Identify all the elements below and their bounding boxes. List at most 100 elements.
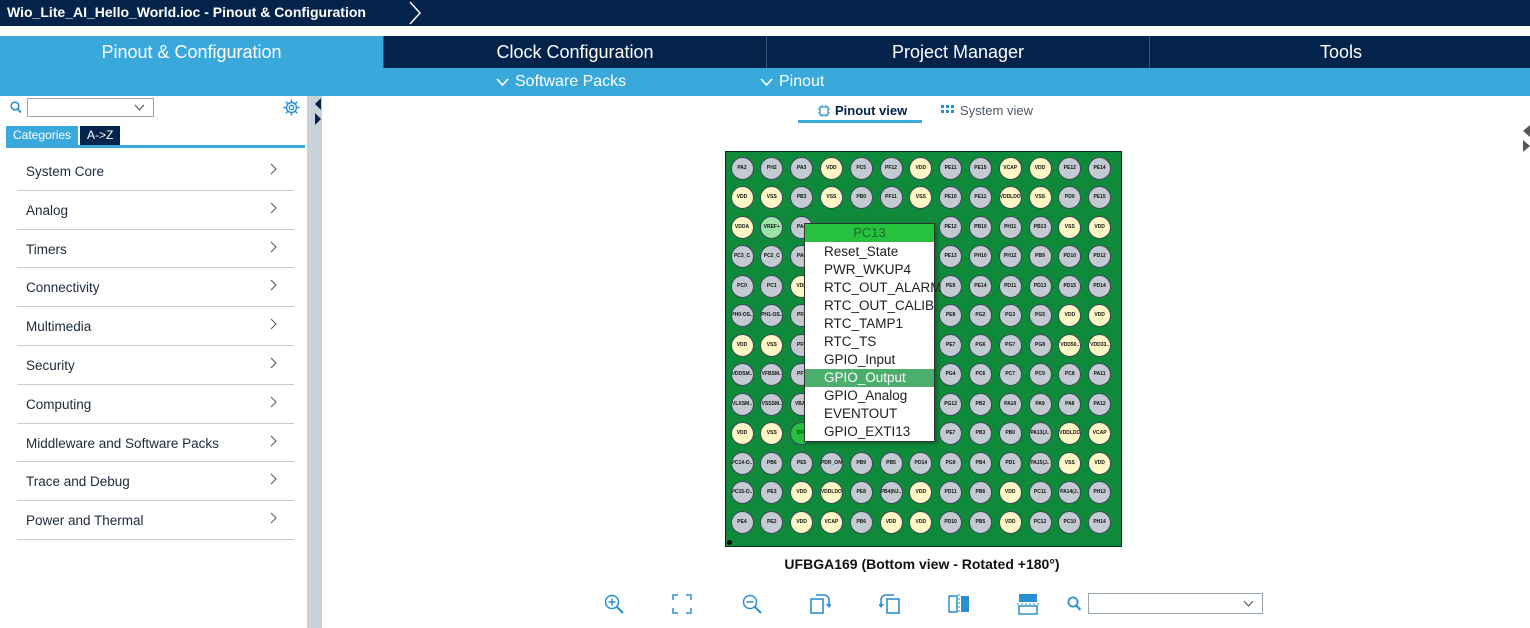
chip-pin[interactable]: PD15 [1058,274,1082,298]
menu-item[interactable]: GPIO_Input [805,351,934,369]
chip-pin[interactable]: VSSSM.. [760,392,784,416]
panel-splitter[interactable] [307,96,322,628]
chip-pin[interactable]: PE2 [760,510,784,534]
category-item[interactable]: Timers [17,230,294,269]
chip-pin[interactable]: PA9 [1028,392,1052,416]
tab-tools[interactable]: Tools [1149,36,1530,68]
chip-pin[interactable]: PB2 [968,392,992,416]
chip-pin[interactable]: PE13 [939,245,963,268]
rotate-left-icon[interactable] [879,593,901,615]
chip-pin[interactable]: PG12 [939,392,963,416]
chip-pin[interactable]: PE4 [730,510,754,534]
menu-item[interactable]: Reset_State [805,243,934,261]
category-item[interactable]: Analog [17,191,294,230]
chip-pin[interactable]: PC5 [849,156,873,180]
menu-item[interactable]: EVENTOUT [805,405,934,423]
chip-pin[interactable]: VDD [790,510,814,534]
chip-pin[interactable]: PB6 [968,481,992,504]
chip-pin[interactable]: PC11 [1028,481,1052,504]
chip-pin[interactable]: PC10 [1058,510,1082,534]
expand-right-icon[interactable] [315,113,321,125]
chip-pin[interactable]: VCAP [1088,422,1112,445]
chip-pin[interactable]: VDD [909,156,933,180]
chip-pin[interactable]: VCAP [998,156,1022,180]
system-view-tab[interactable]: System view [941,103,1033,118]
chip-pin[interactable]: PB0 [998,422,1022,445]
chip-pin[interactable]: PB0 [849,186,873,209]
menu-item[interactable]: PWR_WKUP4 [805,261,934,279]
chip-pin[interactable]: PD11 [998,274,1022,298]
chip-pin[interactable]: PE14 [1088,156,1112,180]
chip-pin[interactable]: PE11 [968,186,992,209]
chip-pin[interactable]: PB13 [1028,215,1052,239]
chip-pin[interactable]: PE14 [968,274,992,298]
chip-pin[interactable]: VDD33.. [1088,333,1112,357]
chip-pin[interactable]: PC12 [1028,510,1052,534]
chip-pin[interactable]: VSS [760,333,784,357]
chip-pin[interactable]: PC7 [998,363,1022,386]
chip-pin[interactable]: VREF+ [760,215,784,239]
chip-pin[interactable]: VDDSM.. [730,363,754,386]
zoom-out-icon[interactable] [741,593,763,615]
chip-pin[interactable]: VDD [730,422,754,445]
category-item[interactable]: Security [17,346,294,385]
menu-item[interactable]: GPIO_EXTI13 [805,423,934,441]
chip-pin[interactable]: PH10 [968,245,992,268]
chip-pin[interactable]: PG7 [998,333,1022,357]
flip-horizontal-icon[interactable] [1017,593,1039,615]
tab-project-manager[interactable]: Project Manager [766,36,1149,68]
chip-pin[interactable]: PA12 [1088,392,1112,416]
chip-pin[interactable]: VDD [998,510,1022,534]
chip-pin[interactable]: PE11 [939,156,963,180]
chip-pin[interactable]: PA13(J.. [1028,422,1052,445]
chip-pin[interactable]: PE12 [1058,156,1082,180]
chip-pin[interactable]: PG9 [939,451,963,475]
chip-pin[interactable]: PB5 [879,451,903,475]
chip-pin[interactable]: PG8 [1028,333,1052,357]
chip-pin[interactable]: VDD [879,510,903,534]
chip-pin[interactable]: PC9 [1028,363,1052,386]
chip-pin[interactable]: PB9 [849,451,873,475]
chip-pin[interactable]: VSS [1058,451,1082,475]
chip-pin[interactable]: PA15(J.. [1028,451,1052,475]
gear-icon[interactable] [283,99,300,116]
chip-pin[interactable]: PG2 [968,304,992,327]
chip-pin[interactable]: PE12 [939,215,963,239]
category-item[interactable]: Middleware and Software Packs [17,424,294,463]
chip-pin[interactable]: PA8 [1058,392,1082,416]
menu-item[interactable]: GPIO_Analog [805,387,934,405]
menu-item[interactable]: RTC_TS [805,333,934,351]
chip-pin[interactable]: PH14 [1088,510,1112,534]
chip-pin[interactable]: VDD [730,333,754,357]
menu-item[interactable]: RTC_OUT_CALIB [805,297,934,315]
zoom-in-icon[interactable] [603,593,625,615]
chip-pin[interactable]: PE8 [939,304,963,327]
pinout-view-tab[interactable]: Pinout view [818,103,907,118]
chip-pin[interactable]: PA2 [730,156,754,180]
chip-pin[interactable]: VSS [819,186,843,209]
fit-screen-icon[interactable] [671,593,693,615]
chip-pin[interactable]: VDD50.. [1058,333,1082,357]
chip-pin[interactable]: PG5 [1028,304,1052,327]
chip-pin[interactable]: VDDLDO [998,186,1022,209]
menu-item[interactable]: RTC_OUT_ALARM [805,279,942,297]
category-item[interactable]: Trace and Debug [17,462,294,502]
category-item[interactable]: Power and Thermal [17,501,294,540]
menu-item[interactable]: GPIO_Output [805,369,934,387]
chip-pin[interactable]: PC3_C [730,245,754,268]
chip-pin[interactable]: VDD [1028,156,1052,180]
tab-a-to-z[interactable]: A->Z [80,126,121,145]
chip-pin[interactable]: PG4 [939,363,963,386]
chip-pin[interactable]: VDD [1088,451,1112,475]
category-item[interactable]: Multimedia [17,307,294,346]
chip-pin[interactable]: PB3 [790,186,814,209]
chip-pin[interactable]: VDD [1088,304,1112,327]
chip-pin[interactable]: PH0-OS.. [730,304,754,327]
chip-pin[interactable]: PE5 [790,451,814,475]
chip-pin[interactable]: PD14 [909,451,933,475]
pinout-menu[interactable]: Pinout [760,73,824,91]
chip-pin[interactable]: PC15-O.. [730,481,754,504]
chip-pin[interactable]: PH2 [760,156,784,180]
chip-pin[interactable]: PB3 [968,422,992,445]
chip-pin[interactable]: PDR_ON [819,451,843,475]
